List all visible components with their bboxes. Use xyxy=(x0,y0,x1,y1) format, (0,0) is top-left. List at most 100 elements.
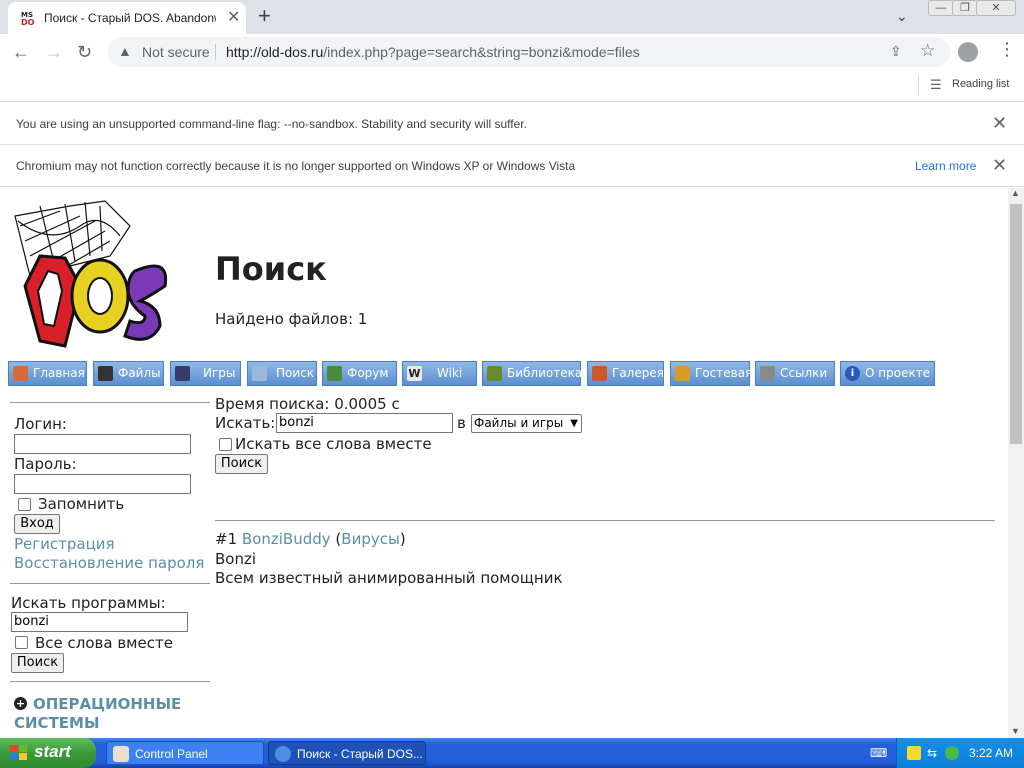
share-icon[interactable]: ⇪ xyxy=(890,43,902,60)
start-button[interactable]: start xyxy=(0,738,96,768)
web-page: Поиск Найдено файлов: 1 Главная Файлы Иг… xyxy=(0,188,1008,738)
svg-text:DO: DO xyxy=(21,18,35,26)
task-label: Поиск - Старый DOS... xyxy=(297,747,423,761)
nav-guestbook[interactable]: Гостевая xyxy=(670,361,753,386)
keyboard-icon[interactable]: ⌨ xyxy=(870,746,887,760)
window-minimize-button[interactable]: — xyxy=(928,0,954,16)
os-category-link[interactable]: ОПЕРАЦИОННЫЕ xyxy=(33,695,181,713)
security-shield-icon[interactable] xyxy=(907,746,921,760)
restore-password-link[interactable]: Восстановление пароля xyxy=(14,554,204,572)
address-bar[interactable]: ▲ Not secure http://old-dos.ru/index.php… xyxy=(108,37,950,67)
msdos-favicon: MS DO xyxy=(20,10,36,26)
result-category-link[interactable]: Вирусы xyxy=(341,530,400,548)
terminal-icon xyxy=(98,366,113,381)
nav-games[interactable]: Игры xyxy=(170,361,241,386)
back-icon[interactable]: ← xyxy=(12,40,30,64)
page-scrollbar[interactable]: ▲ ▼ xyxy=(1008,188,1024,738)
sidebar-divider xyxy=(10,402,210,403)
sidebar-search-input[interactable]: bonzi xyxy=(11,612,188,632)
nav-library[interactable]: Библиотека xyxy=(482,361,582,386)
register-link[interactable]: Регистрация xyxy=(14,535,115,553)
start-label: start xyxy=(34,742,71,761)
window-close-button[interactable]: ✕ xyxy=(976,0,1016,16)
taskbar-clock[interactable]: 3:22 AM xyxy=(969,746,1013,760)
tab-search-icon[interactable]: ⌄ xyxy=(896,8,908,25)
nav-search[interactable]: Поиск xyxy=(247,361,317,386)
os-category-link-line2[interactable]: СИСТЕМЫ xyxy=(14,714,100,732)
scope-select[interactable]: Файлы и игры ▼ xyxy=(471,414,582,433)
nav-home[interactable]: Главная xyxy=(8,361,87,386)
profile-avatar-icon[interactable] xyxy=(958,42,978,62)
sidebar-all-words-label: Все слова вместе xyxy=(35,634,173,652)
url-text[interactable]: http://old-dos.ru/index.php?page=search&… xyxy=(226,44,640,60)
chromium-icon xyxy=(275,746,291,762)
infobar-message: You are using an unsupported command-lin… xyxy=(16,117,527,131)
expand-plus-icon[interactable]: + xyxy=(14,697,27,710)
nav-gallery[interactable]: Галерея xyxy=(587,361,664,386)
search-time: Время поиска: 0.0005 с xyxy=(215,395,400,413)
nav-links[interactable]: Ссылки xyxy=(755,361,835,386)
login-field[interactable] xyxy=(14,434,191,454)
browser-tab[interactable]: MS DO Поиск - Старый DOS. Abandonware ✕ xyxy=(8,2,246,34)
nav-wiki[interactable]: W Wiki xyxy=(402,361,477,386)
all-words-checkbox[interactable] xyxy=(219,438,232,451)
browser-toolbar: ← → ↻ ▲ Not secure http://old-dos.ru/ind… xyxy=(0,34,1024,70)
window-maximize-button[interactable]: ❐ xyxy=(952,0,978,16)
bookmark-star-icon[interactable]: ☆ xyxy=(920,41,935,61)
login-button[interactable]: Вход xyxy=(14,514,60,534)
nav-files[interactable]: Файлы xyxy=(93,361,164,386)
sidebar-all-words-checkbox[interactable] xyxy=(15,636,28,649)
sidebar-search-button[interactable]: Поиск xyxy=(11,653,64,673)
msdos-logo[interactable] xyxy=(10,196,180,356)
learn-more-link[interactable]: Learn more xyxy=(915,159,976,173)
windows-flag-icon xyxy=(10,745,27,760)
person-icon xyxy=(327,366,342,381)
picture-icon xyxy=(592,366,607,381)
nav-forum[interactable]: Форум xyxy=(322,361,397,386)
network-icon[interactable]: ⇆ xyxy=(927,746,941,760)
search-button[interactable]: Поиск xyxy=(215,454,268,474)
book-icon xyxy=(487,366,502,381)
result-item: #1 BonziBuddy (Вирусы) xyxy=(215,530,406,548)
nav-label: Wiki xyxy=(437,366,463,380)
system-tray: ⇆ 3:22 AM xyxy=(896,738,1024,768)
scrollbar-thumb[interactable] xyxy=(1010,204,1022,444)
infobar-close-icon[interactable]: ✕ xyxy=(992,113,1007,134)
url-path: /index.php?page=search&string=bonzi&mode… xyxy=(323,44,640,60)
tab-close-icon[interactable]: ✕ xyxy=(227,8,240,28)
nav-label: Игры xyxy=(203,366,236,380)
nav-label: О проекте xyxy=(865,366,931,380)
reading-list-button[interactable]: Reading list xyxy=(952,78,1009,90)
nav-about[interactable]: i О проекте xyxy=(840,361,935,386)
tab-strip: MS DO Поиск - Старый DOS. Abandonware ✕ … xyxy=(0,0,1024,34)
nav-label: Ссылки xyxy=(780,366,828,380)
nav-label: Гостевая xyxy=(695,366,753,380)
password-label: Пароль: xyxy=(14,455,77,473)
kebab-menu-icon[interactable]: ⋮ xyxy=(998,39,1016,60)
remember-label: Запомнить xyxy=(38,495,125,513)
result-title-link[interactable]: BonziBuddy xyxy=(242,530,331,548)
page-title: Поиск xyxy=(215,250,327,288)
nav-label: Форум xyxy=(347,366,389,380)
scroll-down-icon[interactable]: ▼ xyxy=(1011,726,1020,736)
taskbar-item-browser[interactable]: Поиск - Старый DOS... xyxy=(268,741,426,765)
new-tab-icon[interactable]: + xyxy=(258,4,271,28)
security-label[interactable]: Not secure xyxy=(142,44,210,60)
taskbar-item-control-panel[interactable]: Control Panel xyxy=(106,741,264,765)
scope-value: Файлы и игры xyxy=(474,416,564,430)
password-field[interactable] xyxy=(14,474,191,494)
reading-list-icon[interactable]: ☰ xyxy=(930,77,942,93)
control-panel-icon xyxy=(113,746,129,762)
infobar-sandbox: You are using an unsupported command-lin… xyxy=(0,103,1024,145)
remember-checkbox[interactable] xyxy=(18,498,31,511)
forward-icon[interactable]: → xyxy=(45,40,63,64)
infobar-message: Chromium may not function correctly beca… xyxy=(16,159,576,173)
reload-icon[interactable]: ↻ xyxy=(77,40,92,64)
magnifier-icon xyxy=(252,366,267,381)
search-input[interactable]: bonzi xyxy=(276,413,453,433)
omnibox-separator xyxy=(215,44,216,60)
tray-app-icon[interactable] xyxy=(945,746,959,760)
scroll-up-icon[interactable]: ▲ xyxy=(1011,188,1020,198)
bookmarks-divider xyxy=(918,76,919,96)
infobar-close-icon[interactable]: ✕ xyxy=(992,155,1007,176)
